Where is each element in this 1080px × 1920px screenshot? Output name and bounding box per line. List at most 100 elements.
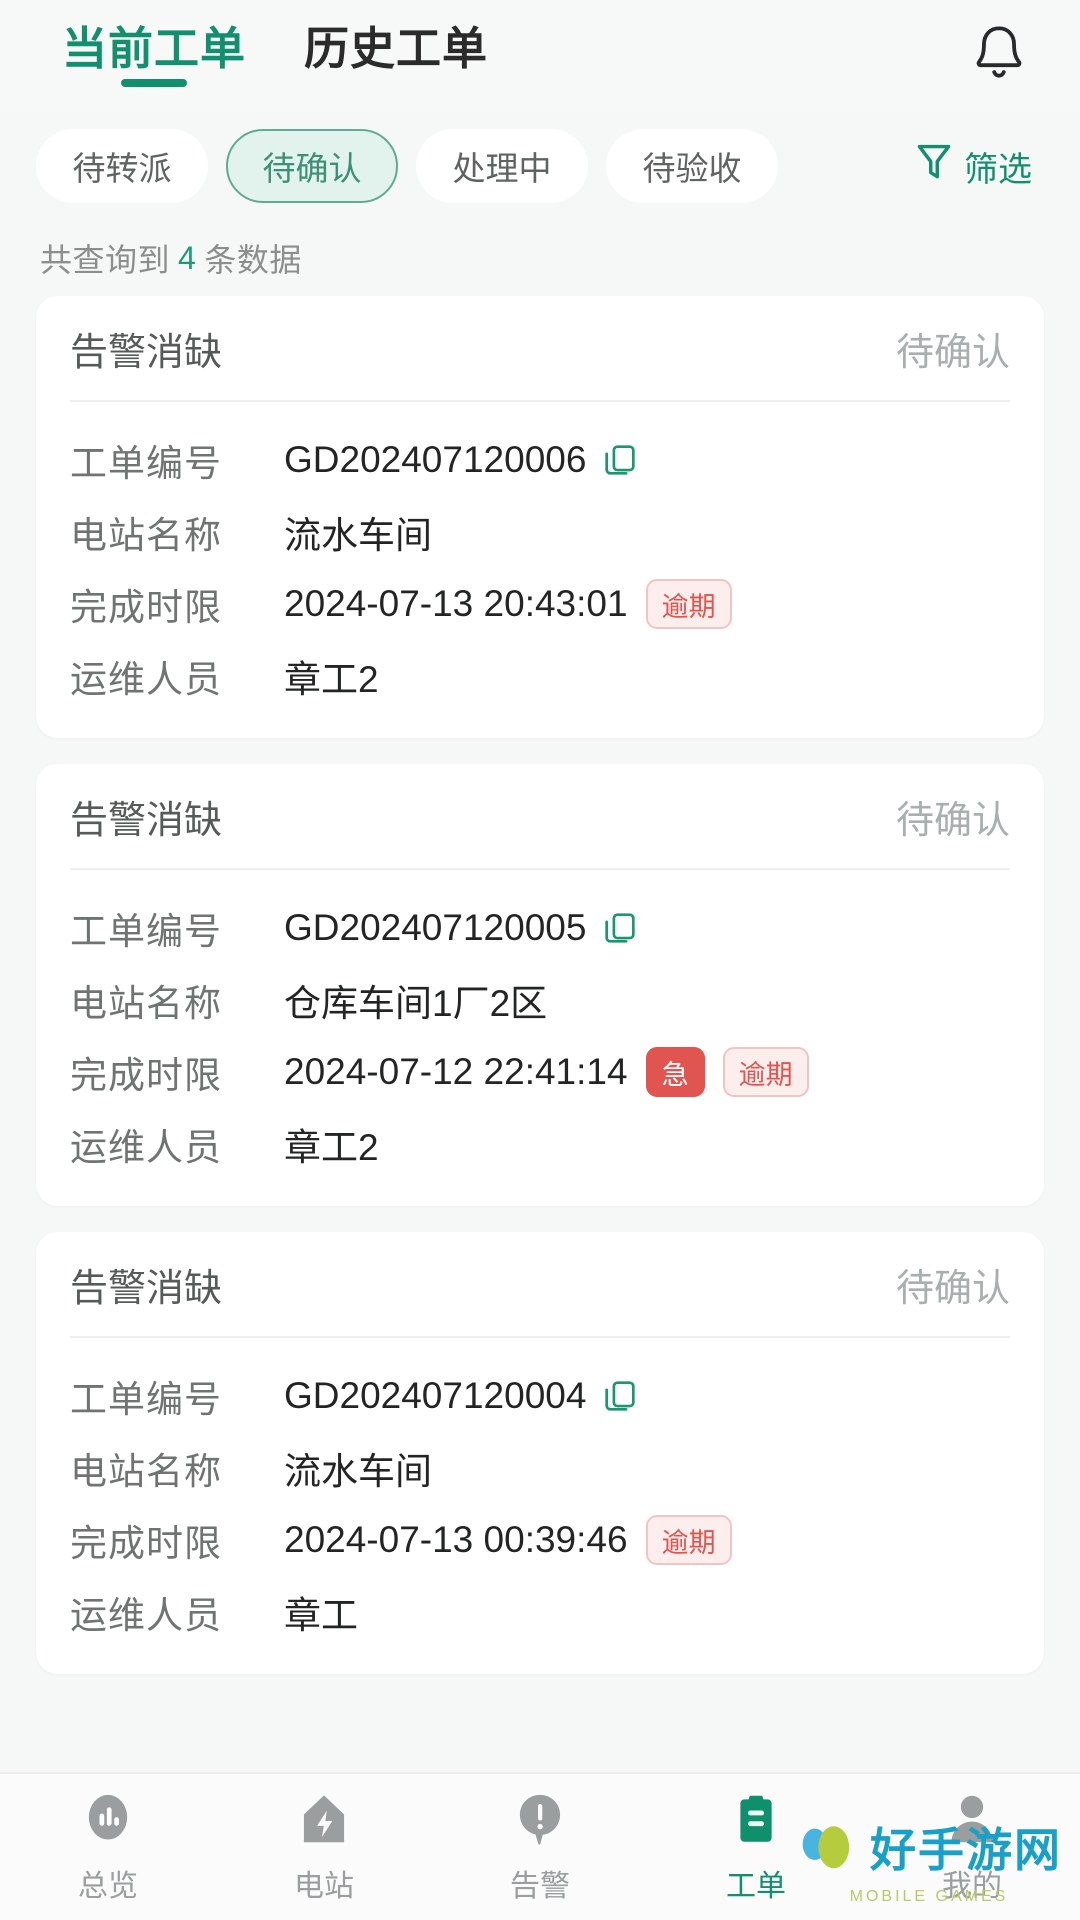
label-operator: 运维人员 xyxy=(70,659,222,700)
chip-in-progress[interactable]: 处理中 xyxy=(416,129,588,203)
result-count-number: 4 xyxy=(178,239,197,276)
chart-bars-icon xyxy=(80,1790,136,1853)
nav-item-alarms[interactable]: 告警 xyxy=(432,1790,648,1905)
status-badge: 待确认 xyxy=(895,1267,1010,1310)
row-order-no: 工单编号 GD202407120006 xyxy=(70,424,1010,496)
tab-group: 当前工单 历史工单 xyxy=(62,26,488,87)
value-order-no: GD202407120004 xyxy=(284,1375,587,1416)
value-order-no-wrap: GD202407120004 xyxy=(284,1375,638,1417)
work-order-card[interactable]: 告警消缺 待确认 工单编号 GD202407120005 电站名称 仓库车间1厂… xyxy=(36,764,1044,1206)
result-count: 共查询到 4 条数据 xyxy=(0,220,1080,296)
value-order-no: GD202407120005 xyxy=(284,907,587,948)
card-header: 告警消缺 待确认 xyxy=(70,296,1010,402)
chip-in-progress-label: 处理中 xyxy=(452,150,552,187)
nav-label-overview: 总览 xyxy=(78,1869,138,1903)
value-deadline: 2024-07-13 20:43:01 xyxy=(284,583,628,624)
row-order-no: 工单编号 GD202407120005 xyxy=(70,892,1010,964)
copy-icon[interactable] xyxy=(602,1378,638,1414)
chip-pending-acceptance-label: 待验收 xyxy=(642,150,742,187)
chip-pending-confirm-label: 待确认 xyxy=(262,150,362,187)
work-order-list[interactable]: 告警消缺 待确认 工单编号 GD202407120006 电站名称 流水车间 完… xyxy=(0,296,1080,1920)
tab-history-orders-label: 历史工单 xyxy=(304,22,489,74)
bottom-navigation: 总览 电站 告警 工单 我的 xyxy=(0,1772,1080,1920)
top-tab-bar: 当前工单 历史工单 xyxy=(0,0,1080,112)
filter-button-label: 筛选 xyxy=(964,150,1032,189)
chip-pending-dispatch-label: 待转派 xyxy=(72,150,172,187)
chip-pending-acceptance[interactable]: 待验收 xyxy=(606,129,778,203)
nav-item-profile[interactable]: 我的 xyxy=(864,1790,1080,1905)
result-count-prefix: 共查询到 xyxy=(40,242,171,278)
badge-overdue: 逾期 xyxy=(645,1515,732,1565)
label-operator: 运维人员 xyxy=(70,1127,222,1168)
value-deadline-wrap: 2024-07-13 00:39:46 逾期 xyxy=(284,1515,732,1565)
copy-icon[interactable] xyxy=(602,910,638,946)
bell-icon xyxy=(970,23,1028,90)
row-operator: 运维人员 章工2 xyxy=(70,640,1010,712)
nav-item-overview[interactable]: 总览 xyxy=(0,1790,216,1905)
status-badge: 待确认 xyxy=(895,331,1010,374)
badge-overdue: 逾期 xyxy=(645,579,732,629)
nav-label-stations: 电站 xyxy=(294,1869,354,1903)
work-order-card[interactable]: 告警消缺 待确认 工单编号 GD202407120006 电站名称 流水车间 完… xyxy=(36,296,1044,738)
card-header: 告警消缺 待确认 xyxy=(70,1232,1010,1338)
label-station: 电站名称 xyxy=(70,515,222,556)
nav-item-work-orders[interactable]: 工单 xyxy=(648,1790,864,1905)
work-order-card[interactable]: 告警消缺 待确认 工单编号 GD202407120004 电站名称 流水车间 完… xyxy=(36,1232,1044,1674)
result-count-suffix: 条数据 xyxy=(204,242,302,278)
tab-history-orders[interactable]: 历史工单 xyxy=(304,26,488,87)
row-operator: 运维人员 章工2 xyxy=(70,1108,1010,1180)
label-deadline: 完成时限 xyxy=(70,1055,222,1096)
filter-button[interactable]: 筛选 xyxy=(914,140,1050,193)
chip-pending-confirm[interactable]: 待确认 xyxy=(226,129,398,203)
badge-overdue: 逾期 xyxy=(722,1047,809,1097)
row-order-no: 工单编号 GD202407120004 xyxy=(70,1360,1010,1432)
label-operator: 运维人员 xyxy=(70,1595,222,1636)
app-screen: 当前工单 历史工单 待转派 待确认 处理中 待验收 筛选 共查询到 4 条数据 … xyxy=(0,0,1080,1920)
notification-button[interactable] xyxy=(956,13,1042,99)
label-order-no: 工单编号 xyxy=(70,1379,222,1420)
user-person-icon xyxy=(944,1790,1000,1853)
value-operator: 章工2 xyxy=(284,659,379,700)
power-station-bolt-icon xyxy=(296,1790,352,1853)
label-deadline: 完成时限 xyxy=(70,587,222,628)
alert-exclamation-icon xyxy=(512,1790,568,1853)
copy-icon[interactable] xyxy=(602,442,638,478)
nav-label-profile: 我的 xyxy=(942,1869,1002,1903)
card-body: 工单编号 GD202407120006 电站名称 流水车间 完成时限 2024-… xyxy=(70,402,1010,738)
filter-chip-row: 待转派 待确认 处理中 待验收 筛选 xyxy=(0,112,1080,220)
value-deadline-wrap: 2024-07-12 22:41:14 急 逾期 xyxy=(284,1047,809,1097)
row-deadline: 完成时限 2024-07-12 22:41:14 急 逾期 xyxy=(70,1036,1010,1108)
nav-item-stations[interactable]: 电站 xyxy=(216,1790,432,1905)
label-deadline: 完成时限 xyxy=(70,1523,222,1564)
value-operator: 章工2 xyxy=(284,1127,379,1168)
row-station: 电站名称 流水车间 xyxy=(70,1432,1010,1504)
nav-label-alarms: 告警 xyxy=(510,1869,570,1903)
card-title: 告警消缺 xyxy=(70,331,223,374)
value-operator: 章工 xyxy=(284,1595,358,1636)
value-station: 流水车间 xyxy=(284,515,432,556)
chip-pending-dispatch[interactable]: 待转派 xyxy=(36,129,208,203)
card-body: 工单编号 GD202407120004 电站名称 流水车间 完成时限 2024-… xyxy=(70,1338,1010,1674)
badge-urgent: 急 xyxy=(645,1047,705,1097)
row-station: 电站名称 流水车间 xyxy=(70,496,1010,568)
value-deadline-wrap: 2024-07-13 20:43:01 逾期 xyxy=(284,579,732,629)
row-deadline: 完成时限 2024-07-13 00:39:46 逾期 xyxy=(70,1504,1010,1576)
value-station: 仓库车间1厂2区 xyxy=(284,983,548,1024)
value-order-no-wrap: GD202407120006 xyxy=(284,439,638,481)
label-station: 电站名称 xyxy=(70,1451,222,1492)
card-title: 告警消缺 xyxy=(70,1267,223,1310)
card-title: 告警消缺 xyxy=(70,799,223,842)
nav-label-work-orders: 工单 xyxy=(726,1869,786,1903)
card-header: 告警消缺 待确认 xyxy=(70,764,1010,870)
card-body: 工单编号 GD202407120005 电站名称 仓库车间1厂2区 完成时限 2… xyxy=(70,870,1010,1206)
filter-funnel-icon xyxy=(914,140,954,193)
status-badge: 待确认 xyxy=(895,799,1010,842)
value-deadline: 2024-07-12 22:41:14 xyxy=(284,1051,628,1092)
tab-current-orders[interactable]: 当前工单 xyxy=(62,26,246,87)
label-order-no: 工单编号 xyxy=(70,911,222,952)
value-order-no-wrap: GD202407120005 xyxy=(284,907,638,949)
value-order-no: GD202407120006 xyxy=(284,439,587,480)
clipboard-icon xyxy=(728,1790,784,1853)
row-operator: 运维人员 章工 xyxy=(70,1576,1010,1648)
row-station: 电站名称 仓库车间1厂2区 xyxy=(70,964,1010,1036)
